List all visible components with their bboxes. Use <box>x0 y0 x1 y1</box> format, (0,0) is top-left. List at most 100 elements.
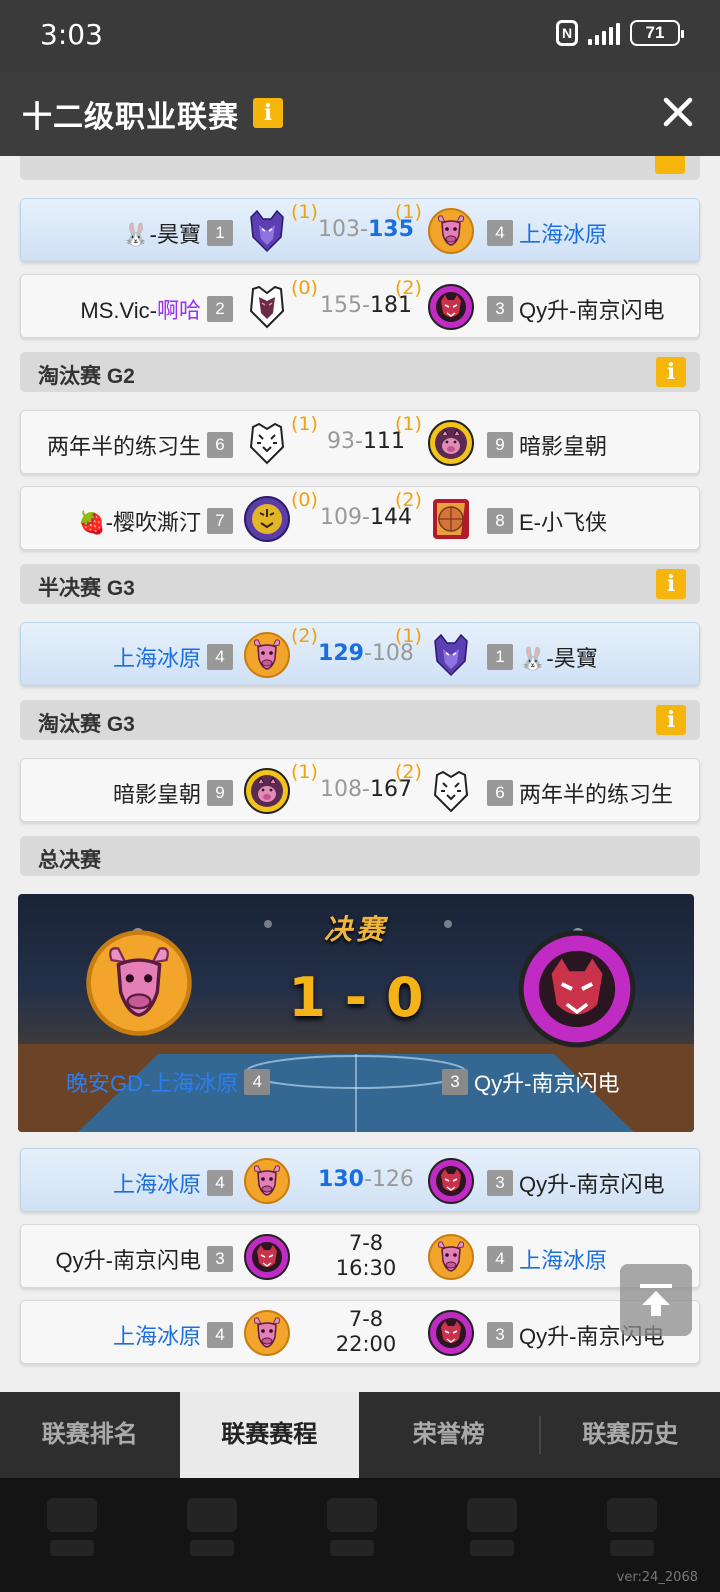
team-name: Qy升-南京闪电 <box>474 1071 620 1096</box>
team-left[interactable]: 🐰-昊寶 1 <box>122 217 233 249</box>
seed-badge: 4 <box>487 1246 513 1272</box>
info-icon[interactable]: i <box>656 705 686 735</box>
seed-badge: 4 <box>487 220 513 246</box>
match-datetime: 7-8 22:00 <box>311 1307 421 1357</box>
info-icon[interactable]: i <box>656 569 686 599</box>
seed-badge: 4 <box>244 1069 271 1095</box>
team-left[interactable]: 上海冰原 4 <box>113 641 233 673</box>
bottom-tab-bar: 联赛排名 联赛赛程 荣誉榜 联赛历史 <box>0 1392 720 1478</box>
seed-badge: 8 <box>487 508 513 534</box>
tiger-logo-icon <box>427 1157 475 1205</box>
series-wins: (1) <box>395 201 422 223</box>
tab-league-schedule[interactable]: 联赛赛程 <box>179 1392 359 1478</box>
team-name: 🍓-樱吹澌汀 <box>78 510 201 535</box>
info-icon[interactable]: i <box>656 357 686 387</box>
team-name: 上海冰原 <box>112 646 201 671</box>
match-row[interactable]: 上海冰原 4 130-126 3 Qy升-南京闪电 <box>20 1148 700 1212</box>
team-name: Qy升-南京闪电 <box>519 1172 665 1197</box>
team-name: 🐰-昊寶 <box>519 646 598 671</box>
seed-badge: 3 <box>487 1170 513 1196</box>
match-row[interactable]: 上海冰原 4 7-8 22:00 3 Qy升-南京闪电 <box>20 1300 700 1364</box>
bull-logo-icon <box>243 1309 291 1357</box>
seed-badge: 3 <box>207 1246 233 1272</box>
match-row[interactable]: 上海冰原 4 (2) 129-108 (1) 1 🐰-昊寶 <box>20 622 700 686</box>
section-header-partial <box>20 156 700 180</box>
tab-honor-list[interactable]: 荣誉榜 <box>359 1392 539 1478</box>
seed-badge: 3 <box>442 1069 468 1095</box>
team-name: MS.Vic-啊哈 <box>80 298 201 323</box>
faded-nav-icon <box>602 1498 662 1568</box>
scroll-to-top-icon[interactable] <box>620 1264 692 1336</box>
team-left[interactable]: MS.Vic-啊哈 2 <box>80 293 233 325</box>
team-name: 上海冰原 <box>112 1172 201 1197</box>
team-right[interactable]: 1 🐰-昊寶 <box>487 641 598 673</box>
series-wins: (1) <box>395 413 422 435</box>
pig-logo-icon <box>243 767 291 815</box>
team-right[interactable]: 3 Qy升-南京闪电 <box>487 1167 664 1199</box>
signal-icon <box>588 21 620 45</box>
section-title: 淘汰赛 G2 <box>38 365 135 388</box>
seed-badge: 4 <box>207 1322 233 1348</box>
match-row[interactable]: 两年半的练习生 6 (1) 93-111 (1) 9 暗影皇朝 <box>20 410 700 474</box>
finals-team-right[interactable]: 3 Qy升-南京闪电 <box>442 1066 619 1098</box>
bull-logo-icon <box>243 1157 291 1205</box>
background-nav-area: ver:24_2068 <box>0 1478 720 1592</box>
status-icons: N 71 <box>556 20 684 46</box>
seed-badge: 3 <box>487 1322 513 1348</box>
team-left[interactable]: 上海冰原 4 <box>113 1167 233 1199</box>
info-icon[interactable] <box>655 156 685 174</box>
team-name: 晚安GD-上海冰原 <box>66 1071 239 1096</box>
section-title: 总决赛 <box>38 849 101 872</box>
team-right[interactable]: 8 E-小飞侠 <box>487 505 607 537</box>
close-icon[interactable] <box>662 96 694 128</box>
seed-badge: 6 <box>487 780 513 806</box>
team-name: Qy升-南京闪电 <box>519 298 665 323</box>
seed-badge: 9 <box>207 780 233 806</box>
tiger-logo-icon <box>243 1233 291 1281</box>
section-header: 总决赛 <box>20 836 700 876</box>
team-left[interactable]: 🍓-樱吹澌汀 7 <box>78 505 233 537</box>
faded-nav-icon <box>322 1498 382 1568</box>
match-row[interactable]: 🍓-樱吹澌汀 7 (0) 109-144 (2) 8 E-小飞侠 <box>20 486 700 550</box>
pig-logo-icon <box>427 419 475 467</box>
tab-league-ranking[interactable]: 联赛排名 <box>0 1392 180 1478</box>
wolf-logo-icon <box>243 207 291 255</box>
nfc-icon: N <box>556 20 578 46</box>
team-right[interactable]: 4 上海冰原 <box>487 217 607 249</box>
finals-banner[interactable]: 决赛 1 - 0 晚安GD-上海冰原 4 3 Qy升-南京闪电 <box>18 894 694 1132</box>
match-row[interactable]: 🐰-昊寶 1 (1) 103-135 (1) 4 上海冰原 <box>20 198 700 262</box>
team-name: 上海冰原 <box>112 1324 201 1349</box>
tiger-logo-icon <box>243 283 291 331</box>
match-row[interactable]: MS.Vic-啊哈 2 (0) 155-181 (2) 3 Qy升-南京闪电 <box>20 274 700 338</box>
team-right[interactable]: 3 Qy升-南京闪电 <box>487 293 664 325</box>
tiger-logo-icon <box>427 1309 475 1357</box>
series-wins: (2) <box>395 761 422 783</box>
seed-badge: 4 <box>207 1170 233 1196</box>
series-wins: (1) <box>395 625 422 647</box>
section-header: 半决赛 G3 i <box>20 564 700 604</box>
team-right[interactable]: 9 暗影皇朝 <box>487 429 607 461</box>
team-name: Qy升-南京闪电 <box>55 1248 201 1273</box>
seed-badge: 4 <box>207 644 233 670</box>
finals-team-left[interactable]: 晚安GD-上海冰原 4 <box>66 1066 271 1098</box>
team-left[interactable]: Qy升-南京闪电 3 <box>56 1243 233 1275</box>
info-icon[interactable]: i <box>253 98 283 128</box>
team-name: E-小飞侠 <box>519 510 608 535</box>
team-left[interactable]: 上海冰原 4 <box>113 1319 233 1351</box>
tab-league-history[interactable]: 联赛历史 <box>541 1392 720 1478</box>
schedule-list[interactable]: 🐰-昊寶 1 (1) 103-135 (1) 4 上海冰原 MS.Vic-啊哈 … <box>0 156 720 1392</box>
version-label: ver:24_2068 <box>616 1570 698 1585</box>
faded-nav-icon <box>182 1498 242 1568</box>
team-name: 🐰-昊寶 <box>122 222 201 247</box>
match-row[interactable]: Qy升-南京闪电 3 7-8 16:30 4 上海冰原 <box>20 1224 700 1288</box>
status-bar: 3:03 N 71 <box>0 0 720 72</box>
match-date: 7-8 <box>348 1307 384 1331</box>
match-row[interactable]: 暗影皇朝 9 (1) 108-167 (2) 6 两年半的练习生 <box>20 758 700 822</box>
bull-logo-icon <box>427 207 475 255</box>
match-time: 22:00 <box>335 1332 397 1356</box>
tiger-logo-icon <box>427 767 475 815</box>
team-right[interactable]: 4 上海冰原 <box>487 1243 607 1275</box>
team-left[interactable]: 两年半的练习生 6 <box>47 429 233 461</box>
team-left[interactable]: 暗影皇朝 9 <box>113 777 233 809</box>
team-right[interactable]: 6 两年半的练习生 <box>487 777 673 809</box>
